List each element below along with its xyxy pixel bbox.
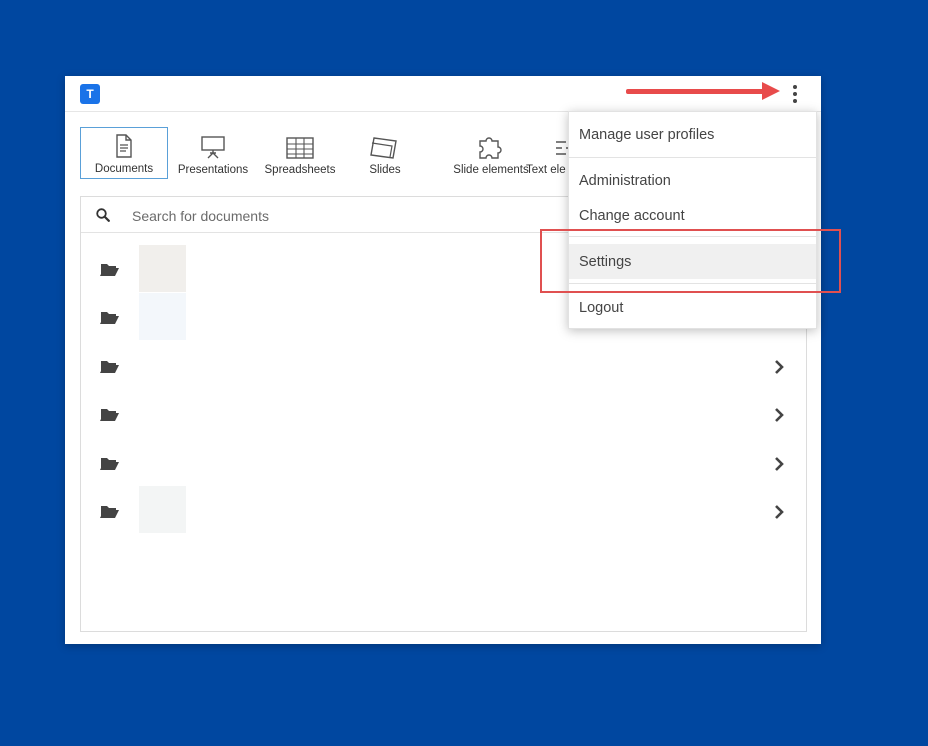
annotation-arrow-icon <box>762 82 780 100</box>
document-icon <box>116 134 132 158</box>
chevron-right-icon[interactable] <box>774 407 784 423</box>
chevron-right-icon[interactable] <box>774 504 784 520</box>
options-menu: Manage user profiles Administration Chan… <box>568 111 817 329</box>
folder-open-icon <box>100 312 119 324</box>
tab-label: Text ele <box>526 164 566 176</box>
more-options-icon[interactable] <box>787 82 803 106</box>
folder-open-icon <box>100 264 119 276</box>
menu-item-manage-user-profiles[interactable]: Manage user profiles <box>569 117 816 152</box>
folder-open-icon <box>100 506 119 518</box>
folder-open-icon <box>100 458 119 470</box>
list-item[interactable] <box>81 486 806 535</box>
list-item[interactable] <box>81 390 806 438</box>
tab-label: Presentations <box>177 164 249 176</box>
tab-label: Documents <box>94 163 154 175</box>
list-item[interactable] <box>81 439 806 487</box>
document-thumbnail <box>139 245 186 292</box>
presentation-icon <box>201 136 225 159</box>
menu-item-logout[interactable]: Logout <box>569 290 816 325</box>
chevron-right-icon[interactable] <box>774 359 784 375</box>
annotation-arrow-shaft <box>626 89 766 94</box>
tab-label: Slides <box>369 164 401 176</box>
top-bar: T <box>65 76 821 112</box>
settings-highlight-box <box>540 229 841 293</box>
tab-documents[interactable]: Documents <box>80 127 168 179</box>
chevron-right-icon[interactable] <box>774 456 784 472</box>
search-icon <box>96 208 110 222</box>
app-logo[interactable]: T <box>80 84 100 104</box>
list-item[interactable] <box>81 342 806 390</box>
folder-open-icon <box>100 409 119 421</box>
menu-item-change-account[interactable]: Change account <box>569 198 816 233</box>
tab-label: Slide elements <box>453 164 529 176</box>
category-toolbar: Documents Presentations Spreadsheets Sli… <box>80 127 600 181</box>
menu-divider <box>569 157 816 158</box>
folder-open-icon <box>100 361 119 373</box>
puzzle-icon <box>479 137 502 159</box>
tab-presentations[interactable]: Presentations <box>173 127 253 179</box>
tab-slides[interactable]: Slides <box>357 127 413 179</box>
tab-spreadsheets[interactable]: Spreadsheets <box>261 127 339 179</box>
spreadsheet-icon <box>286 137 314 159</box>
document-thumbnail <box>139 486 186 533</box>
menu-item-administration[interactable]: Administration <box>569 163 816 198</box>
slides-icon <box>370 137 397 159</box>
document-thumbnail <box>139 293 186 340</box>
tab-label: Spreadsheets <box>264 164 336 176</box>
